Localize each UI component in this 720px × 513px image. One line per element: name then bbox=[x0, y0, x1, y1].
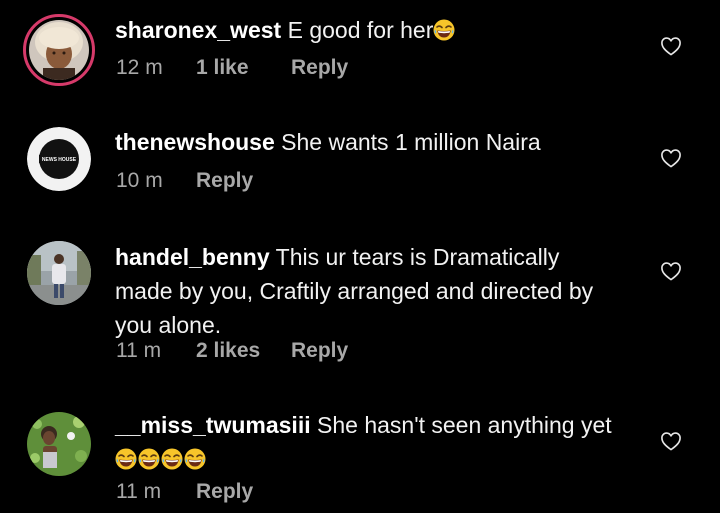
timestamp: 11 m bbox=[116, 339, 162, 362]
username[interactable]: thenewshouse bbox=[115, 129, 275, 155]
comment-text: __miss_twumasiii She hasn't seen anythin… bbox=[115, 408, 635, 476]
news-house-logo: NEWS HOUSE bbox=[27, 127, 91, 191]
username[interactable]: handel_benny bbox=[115, 244, 270, 270]
comment-meta: 11 m Reply bbox=[116, 480, 253, 504]
avatar[interactable]: NEWS HOUSE bbox=[27, 127, 91, 191]
grinning-squinting-tears-emoji-icon bbox=[433, 19, 455, 41]
comment-body: She hasn't seen anything yet bbox=[317, 412, 612, 438]
avatar[interactable] bbox=[23, 14, 95, 86]
grinning-squinting-tears-emoji-icon bbox=[115, 448, 137, 470]
comment-body-line: made by you, Craftily arranged and direc… bbox=[115, 278, 594, 304]
timestamp: 12 m bbox=[116, 56, 163, 79]
likes-count[interactable]: 2 likes bbox=[196, 339, 291, 363]
comment-meta: 12 m 1 like Reply bbox=[116, 56, 348, 80]
comment-body: E good for her bbox=[287, 17, 434, 43]
logo-text: NEWS HOUSE bbox=[42, 157, 77, 163]
comment-meta: 10 m Reply bbox=[116, 169, 253, 193]
heart-outline-icon[interactable] bbox=[660, 431, 682, 451]
grinning-squinting-tears-emoji-icon bbox=[161, 448, 183, 470]
comment-text: sharonex_west E good for her bbox=[115, 13, 635, 47]
username[interactable]: __miss_twumasiii bbox=[115, 412, 311, 438]
comment-meta: 11 m 2 likes Reply bbox=[116, 339, 348, 363]
avatar[interactable] bbox=[27, 241, 91, 305]
likes-count[interactable]: 1 like bbox=[196, 56, 291, 80]
timestamp: 10 m bbox=[116, 169, 163, 192]
reply-button[interactable]: Reply bbox=[291, 339, 348, 363]
heart-outline-icon[interactable] bbox=[660, 36, 682, 56]
person-standing-outdoors-avatar bbox=[27, 241, 91, 305]
comment-body-line: This ur tears is Dramatically bbox=[275, 244, 560, 270]
woman-with-flowers-avatar bbox=[27, 412, 91, 476]
emoji-group bbox=[115, 446, 207, 472]
username[interactable]: sharonex_west bbox=[115, 17, 281, 43]
grinning-squinting-tears-emoji-icon bbox=[184, 448, 206, 470]
comment-text: thenewshouse She wants 1 million Naira bbox=[115, 125, 635, 159]
comment-body: She wants 1 million Naira bbox=[281, 129, 541, 155]
heart-outline-icon[interactable] bbox=[660, 148, 682, 168]
comment-body-line: you alone. bbox=[115, 312, 222, 338]
reply-button[interactable]: Reply bbox=[291, 56, 348, 80]
woman-with-blonde-wig-avatar bbox=[29, 20, 89, 80]
avatar[interactable] bbox=[27, 412, 91, 476]
timestamp: 11 m bbox=[116, 480, 162, 503]
heart-outline-icon[interactable] bbox=[660, 261, 682, 281]
reply-button[interactable]: Reply bbox=[196, 169, 253, 193]
reply-button[interactable]: Reply bbox=[196, 480, 253, 504]
comment-text: handel_benny This ur tears is Dramatical… bbox=[115, 240, 635, 342]
grinning-squinting-tears-emoji-icon bbox=[138, 448, 160, 470]
